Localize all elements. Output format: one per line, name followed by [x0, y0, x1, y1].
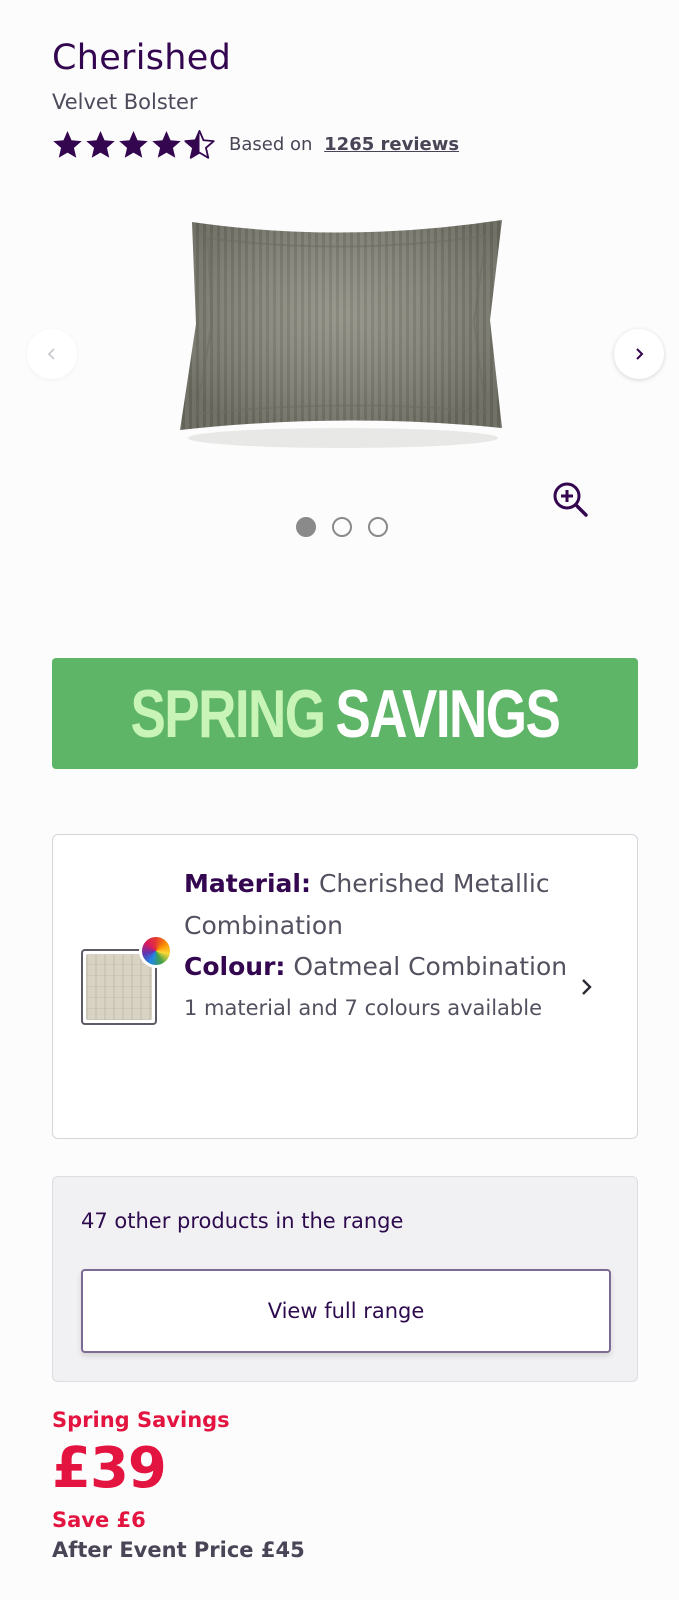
- banner-word-savings: SAVINGS: [335, 675, 561, 752]
- colour-label: Colour:: [184, 952, 286, 981]
- next-image-button[interactable]: [614, 329, 664, 379]
- half-star-icon: [184, 129, 215, 159]
- product-range-box: 47 other products in the range View full…: [52, 1176, 638, 1382]
- saving-amount: Save £6: [52, 1508, 146, 1532]
- selection-details: Material: Cherished Metallic Combination…: [184, 863, 584, 1029]
- zoom-in-icon: [553, 482, 588, 517]
- gallery-dot[interactable]: [332, 517, 352, 537]
- star-icon: [86, 130, 115, 158]
- reviews-link[interactable]: 1265 reviews: [324, 134, 459, 155]
- chevron-right-icon: [636, 348, 644, 360]
- star-rating: [52, 129, 215, 160]
- chevron-left-icon: [47, 348, 55, 360]
- reviews-prefix: Based on: [229, 133, 313, 155]
- range-count-text: 47 other products in the range: [81, 1209, 404, 1233]
- star-icon: [152, 130, 181, 158]
- product-image: [180, 220, 502, 448]
- previous-image-button[interactable]: [27, 329, 77, 379]
- reviews-summary: Based on 1265 reviews: [229, 134, 459, 155]
- gallery-pagination: [296, 517, 388, 537]
- after-event-price: After Event Price £45: [52, 1538, 305, 1562]
- gallery-dot[interactable]: [368, 517, 388, 537]
- product-subtitle: Velvet Bolster: [52, 90, 198, 114]
- star-icon: [53, 130, 82, 158]
- material-colour-selector[interactable]: Material: Cherished Metallic Combination…: [52, 834, 638, 1139]
- view-full-range-button[interactable]: View full range: [81, 1269, 611, 1353]
- spring-savings-banner: SPRING SAVINGS: [52, 658, 638, 769]
- material-label: Material:: [184, 869, 311, 898]
- rating-row: Based on 1265 reviews: [52, 124, 459, 164]
- star-icon: [119, 130, 148, 158]
- chevron-right-icon: [582, 979, 592, 995]
- banner-word-spring: SPRING: [130, 675, 327, 752]
- availability-text: 1 material and 7 colours available: [184, 995, 543, 1020]
- promo-label: Spring Savings: [52, 1408, 230, 1432]
- colour-value: Oatmeal Combination: [293, 952, 568, 981]
- zoom-button[interactable]: [551, 480, 591, 520]
- product-gallery: [0, 180, 679, 560]
- gallery-dot[interactable]: [296, 517, 316, 537]
- sale-price: £39: [52, 1436, 167, 1501]
- product-brand: Cherished: [52, 38, 232, 78]
- color-wheel-icon: [139, 934, 173, 968]
